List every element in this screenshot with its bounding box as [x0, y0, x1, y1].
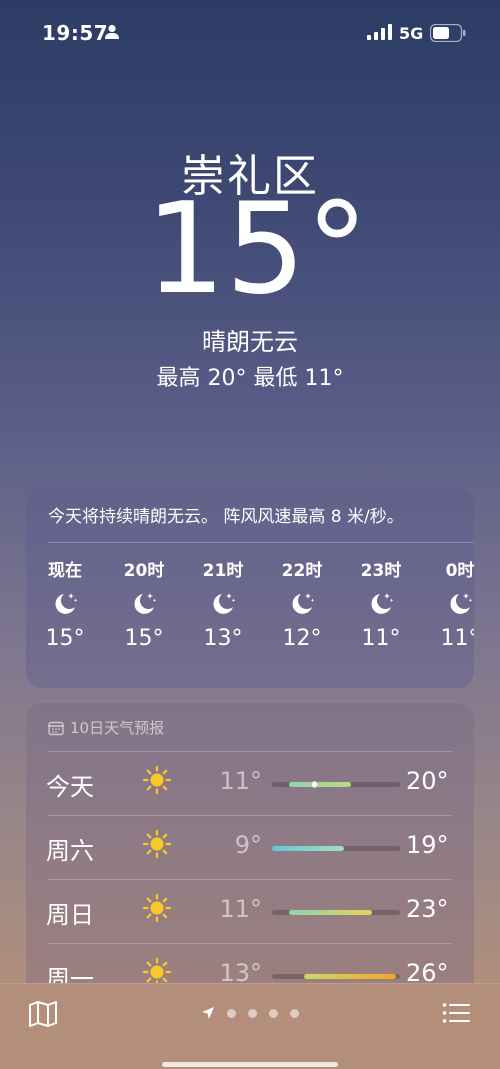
hour-label: 21时 [202, 561, 244, 581]
day-row[interactable]: 周六 9° 19° [26, 815, 474, 879]
hour-label: 0时 [445, 561, 474, 581]
hour-item: 21时 13° [193, 556, 253, 651]
sun-icon [142, 765, 172, 799]
hour-label: 现在 [48, 561, 82, 581]
hour-label: 23时 [360, 561, 402, 581]
calendar-icon [48, 721, 64, 735]
page-indicator[interactable] [0, 1006, 500, 1020]
day-name: 今天 [46, 773, 94, 801]
network-label: 5G [399, 24, 424, 43]
hour-temperature: 13° [203, 626, 243, 651]
day-row[interactable]: 今天 11° 20° [26, 751, 474, 815]
page-dot [269, 1008, 278, 1018]
high-temperature: 20° [406, 767, 449, 795]
signal-icon [367, 24, 392, 40]
moon-stars-icon [272, 580, 332, 626]
temperature-range-bar [272, 846, 400, 851]
temperature-range-fill [288, 910, 372, 915]
current-temperature: 15° [145, 175, 369, 322]
temperature-range-fill [272, 846, 344, 851]
hour-item: 20时 15° [114, 556, 174, 651]
hour-item: 0时 11° [430, 556, 475, 651]
hour-label: 20时 [123, 561, 165, 581]
hour-item: 22时 12° [272, 556, 332, 651]
hour-temperature: 11° [361, 626, 401, 651]
status-bar: 19:57 5G [0, 0, 500, 64]
page-dot [248, 1008, 257, 1018]
page-dot [227, 1008, 236, 1018]
moon-stars-icon [114, 580, 174, 626]
low-temperature: 11° [219, 895, 262, 923]
temperature-range-bar [272, 781, 400, 788]
ten-day-forecast-card[interactable]: 10日天气预报 今天 11° 20° 周六 9° 19° 周日 11° 23° 周一 13° 26° [26, 703, 474, 1003]
hour-label: 22时 [281, 561, 323, 581]
home-indicator[interactable] [162, 1062, 338, 1067]
temperature-range-bar [272, 974, 400, 979]
high-temperature: 23° [406, 895, 449, 923]
moon-stars-icon [35, 580, 95, 626]
day-name: 周日 [46, 901, 94, 929]
status-time: 19:57 [42, 21, 109, 45]
moon-stars-icon [430, 580, 474, 626]
sun-icon [142, 893, 172, 927]
current-temp-dot [310, 781, 318, 788]
list-icon[interactable] [442, 1002, 470, 1024]
location-arrow-icon [202, 1007, 214, 1019]
high-low-temperature: 最高 20° 最低 11° [156, 366, 344, 391]
high-temperature: 19° [406, 831, 449, 859]
hour-item: 现在 15° [35, 556, 95, 651]
divider [48, 542, 474, 543]
temperature-range-bar [272, 910, 400, 915]
day-row[interactable]: 周日 11° 23° [26, 879, 474, 943]
hour-temperature: 11° [440, 626, 475, 651]
person-icon [105, 24, 119, 39]
ten-day-header: 10日天气预报 [48, 717, 164, 738]
hour-temperature: 12° [282, 626, 322, 651]
hour-temperature: 15° [124, 626, 164, 651]
moon-stars-icon [193, 580, 253, 626]
day-name: 周六 [46, 837, 94, 865]
moon-stars-icon [351, 580, 411, 626]
bottom-toolbar [0, 983, 500, 1069]
low-temperature: 9° [234, 831, 262, 859]
page-dot [290, 1008, 299, 1018]
temperature-range-fill [304, 974, 397, 979]
hour-temperature: 15° [45, 626, 85, 651]
current-condition: 晴朗无云 [202, 328, 298, 356]
hourly-forecast-card[interactable]: 今天将持续晴朗无云。 阵风风速最高 8 米/秒。 现在 15° 20时 15° 21时 1… [26, 488, 474, 688]
low-temperature: 11° [219, 767, 262, 795]
sun-icon [142, 829, 172, 863]
battery-icon [430, 24, 466, 42]
forecast-summary: 今天将持续晴朗无云。 阵风风速最高 8 米/秒。 [48, 507, 404, 527]
temperature-range-fill [288, 782, 352, 787]
hour-item: 23时 11° [351, 556, 411, 651]
ten-day-heading: 10日天气预报 [70, 719, 165, 737]
